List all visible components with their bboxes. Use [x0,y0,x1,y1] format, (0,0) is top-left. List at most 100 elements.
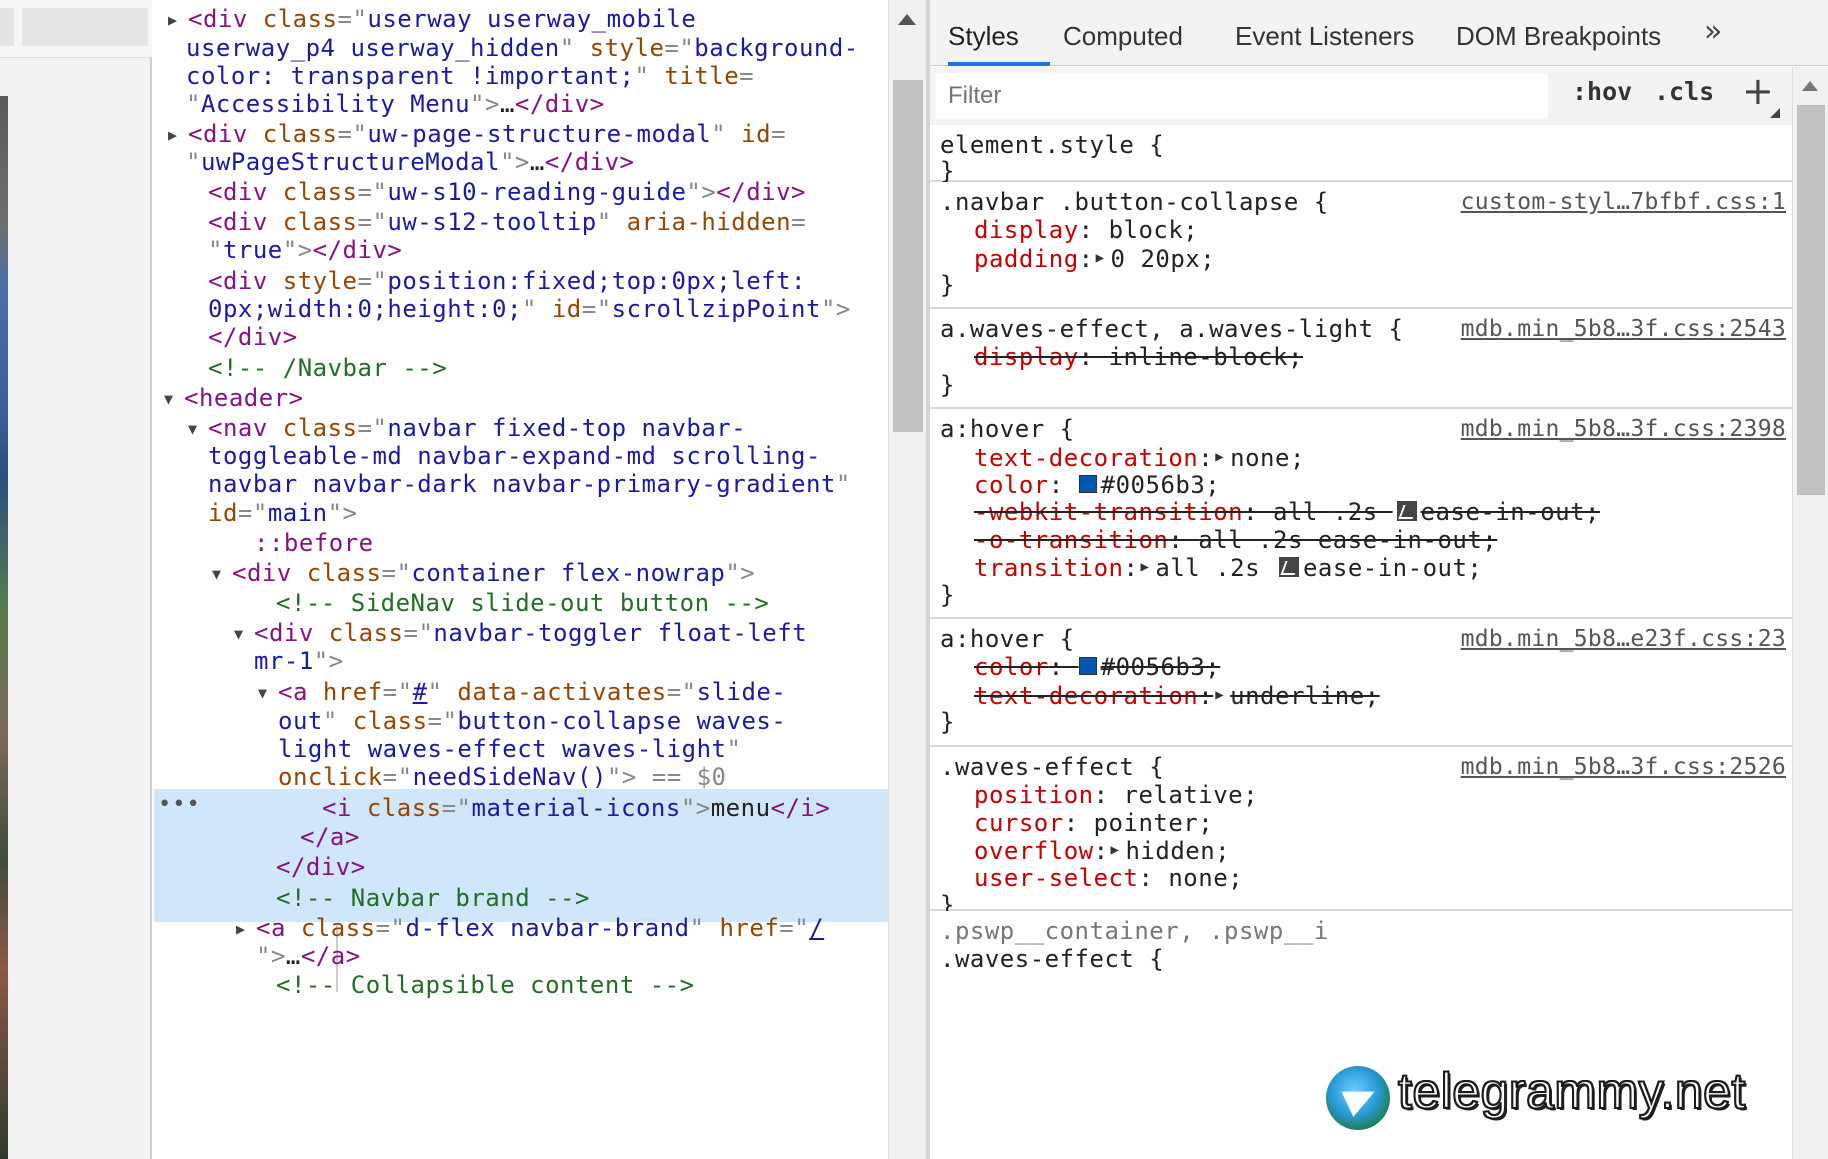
dom-token[interactable]: # [413,678,428,706]
dom-tree-line[interactable]: ▼ <header> [154,381,888,415]
expand-shorthand-icon[interactable]: ▶ [1215,679,1224,711]
styles-scrollbar[interactable] [1792,67,1828,1159]
color-swatch-icon[interactable] [1078,657,1097,675]
elements-scrollbar[interactable] [888,0,926,1159]
css-property-name[interactable]: padding [974,245,1079,273]
css-value[interactable]: relative; [1124,781,1259,809]
dom-tree-line[interactable]: <!-- /Navbar --> [154,351,888,385]
rule-source-link[interactable]: mdb.min_5b8…3f.css:2398 [1461,413,1786,445]
css-value[interactable]: .2s [1333,498,1393,526]
dom-token: style [282,267,358,295]
styles-pane[interactable]: Styles Computed Event Listeners DOM Brea… [930,0,1828,1159]
css-value[interactable]: 0 20px; [1111,245,1216,273]
css-property-name[interactable]: position [974,781,1094,809]
tab-styles[interactable]: Styles [948,0,1019,66]
css-value[interactable]: #0056b3; [1101,471,1221,499]
css-property-name[interactable]: display [974,343,1079,371]
css-value[interactable]: .2s [1215,554,1275,582]
css-value[interactable]: ease-in-out; [1421,498,1600,526]
css-property-name[interactable]: -o-transition [974,526,1168,554]
css-property-name[interactable]: user-select [974,864,1138,892]
css-property-name[interactable]: cursor [974,809,1064,837]
scroll-up-arrow-icon[interactable] [898,14,916,25]
dom-token: … [499,90,515,118]
dom-token: =" [779,914,810,942]
css-value[interactable]: ease-in-out; [1303,554,1482,582]
dom-token[interactable]: / [809,914,824,942]
dom-token: " [186,148,201,176]
rule-source-link[interactable]: mdb.min_5b8…3f.css:2526 [1461,751,1786,783]
dom-tree-line[interactable]: onclick="needSideNav()"> == $0 [154,760,888,794]
tab-event-listeners[interactable]: Event Listeners [1235,0,1414,66]
rule-source-link[interactable]: custom-styl…7bfbf.css:1 [1461,186,1786,218]
css-property-name[interactable]: display [974,216,1079,244]
dom-token: style [589,34,665,62]
easing-editor-icon[interactable] [1278,557,1299,577]
css-value[interactable]: block; [1109,216,1199,244]
double-chevron-right-icon[interactable]: » [1704,14,1722,49]
dom-tree-line[interactable]: "Accessibility Menu">…</div> [154,87,888,121]
css-property-name[interactable]: -webkit-transition [974,498,1243,526]
dom-token: "> [725,559,756,587]
elements-panel[interactable]: ••• ▶ <div class="userway userway_mobile u… [154,0,888,1159]
css-declaration[interactable]: text-decoration: ▶ underline; [974,679,1380,711]
dom-tree-line[interactable]: ▼ <div class="container flex-nowrap"> [154,556,888,590]
css-property-name[interactable]: text-decoration [974,682,1198,710]
preview-toolbar-button[interactable] [0,8,14,46]
css-value[interactable]: inline-block; [1109,343,1303,371]
watermark: telegrammy.net [1322,1062,1822,1142]
dom-tree-line[interactable]: ::before [154,526,888,560]
css-declaration[interactable]: padding: ▶ 0 20px; [974,242,1215,274]
dom-token: =" [337,120,368,148]
rule-source-link[interactable]: mdb.min_5b8…3f.css:2543 [1461,313,1786,345]
dom-tree-line[interactable]: "uwPageStructureModal">…</div> [154,145,888,179]
elements-scroll-thumb[interactable] [893,80,923,432]
dom-tree-line[interactable]: <!-- SideNav slide-out button --> [154,586,888,620]
filter-bar: :hov .cls + [930,67,1828,125]
css-value[interactable]: none; [1230,444,1305,472]
new-style-rule-icon[interactable]: + [1742,69,1774,113]
rule-source-link[interactable]: mdb.min_5b8…e23f.css:23 [1461,623,1786,655]
styles-filter-input[interactable] [936,73,1548,119]
css-value[interactable]: none; [1168,864,1243,892]
dom-tree-line[interactable]: <!-- Collapsible content --> [154,968,888,1002]
dom-tree-line[interactable]: </div> [154,320,888,354]
dom-tree-line[interactable]: <!-- Navbar brand --> [154,881,888,915]
expand-shorthand-icon[interactable]: ▶ [1140,551,1149,583]
css-declaration[interactable]: display: inline-block; [974,341,1303,373]
scroll-up-arrow-icon[interactable] [1802,81,1818,91]
new-rule-menu-icon[interactable] [1770,108,1780,118]
tab-computed[interactable]: Computed [1063,0,1183,66]
css-value[interactable]: pointer; [1094,809,1214,837]
css-declaration[interactable]: user-select: none; [974,862,1243,894]
css-value[interactable]: #0056b3; [1101,653,1221,681]
css-property-name[interactable]: color [974,471,1049,499]
dom-tree-line[interactable]: "true"></div> [154,233,888,267]
rule-closing-brace: } [940,271,955,299]
css-value[interactable]: underline; [1230,682,1380,710]
css-property-name[interactable]: color [974,653,1049,681]
cls-toggle-button[interactable]: .cls [1654,77,1714,106]
dom-tree-line[interactable]: </div> [154,850,888,884]
hov-toggle-button[interactable]: :hov [1572,77,1632,106]
tab-dom-breakpoints[interactable]: DOM Breakpoints [1456,0,1661,66]
rule-selector[interactable]: .waves-effect { [940,943,1164,975]
dom-token: … [529,148,545,176]
dom-token: =" [357,267,388,295]
dom-tree-line[interactable]: <div class="uw-s10-reading-guide"></div> [154,175,888,209]
styles-scroll-thumb[interactable] [1797,105,1825,495]
easing-editor-icon[interactable] [1396,501,1417,521]
dom-tree-line[interactable]: mr-1"> [154,644,888,678]
dom-tree-line[interactable]: id="main"> [154,496,888,530]
css-declaration[interactable]: transition: ▶ all .2s ease-in-out; [974,551,1482,583]
dom-tree-line[interactable]: </a> [154,820,888,854]
expand-shorthand-icon[interactable]: ▶ [1096,242,1105,274]
css-value[interactable]: all [1155,554,1215,582]
css-value[interactable]: all [1273,498,1333,526]
dom-token: " [634,62,665,90]
css-value[interactable]: all .2s ease-in-out; [1198,526,1497,554]
color-swatch-icon[interactable] [1078,474,1097,493]
preview-address-bar[interactable] [22,8,148,46]
rule-selector[interactable]: element.style { [940,129,1164,161]
css-property-name[interactable]: transition [974,554,1124,582]
